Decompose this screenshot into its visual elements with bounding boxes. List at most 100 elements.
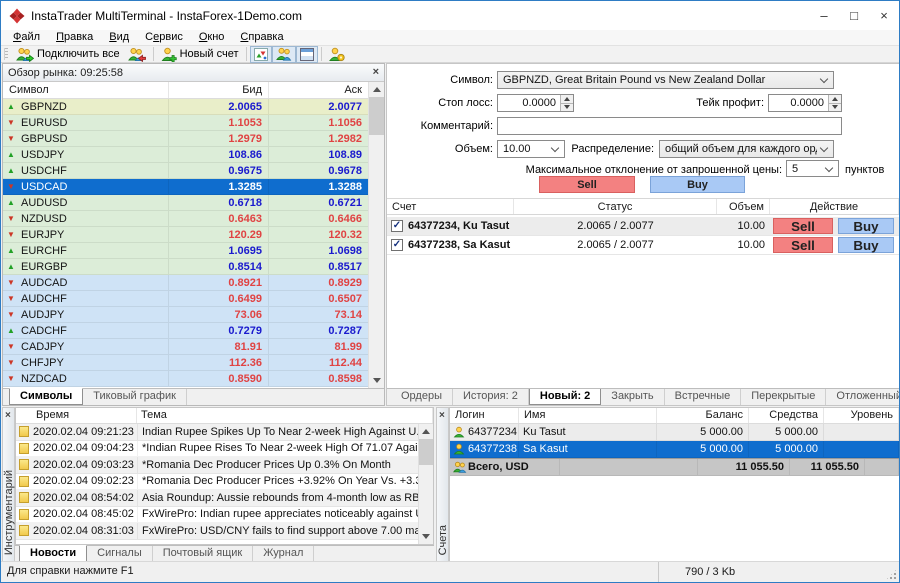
list-item[interactable]: 2020.02.04 09:21:23 Indian Rupee Spikes … bbox=[16, 424, 418, 441]
table-row[interactable]: 64377238, Sa Kasut 2.0065 / 2.0077 10.00… bbox=[387, 236, 899, 255]
table-row[interactable]: AUDJPY 73.06 73.14 bbox=[3, 307, 369, 323]
sell-button[interactable]: Sell bbox=[773, 218, 833, 234]
table-row[interactable]: 64377238 Sa Kasut 5 000.00 5 000.00 bbox=[450, 441, 899, 458]
buy-button[interactable]: Buy bbox=[838, 218, 894, 234]
close-icon[interactable]: × bbox=[5, 411, 11, 420]
close-icon[interactable]: × bbox=[373, 68, 379, 77]
tab[interactable]: Ордеры bbox=[391, 389, 453, 405]
tab[interactable]: Сигналы bbox=[87, 546, 153, 562]
menu-item[interactable]: Окно bbox=[191, 30, 233, 45]
distribution-select[interactable]: общий объем для каждого ордера bbox=[659, 140, 834, 158]
table-row[interactable]: CADJPY 81.91 81.99 bbox=[3, 339, 369, 355]
scroll-down-icon[interactable] bbox=[369, 373, 384, 388]
column-time[interactable]: Время bbox=[16, 408, 137, 423]
scroll-down-icon[interactable] bbox=[419, 529, 433, 544]
toolbox-toggle-button[interactable] bbox=[296, 46, 318, 63]
tab[interactable]: Закрыть bbox=[601, 389, 664, 405]
spinner-up-icon[interactable] bbox=[829, 95, 841, 103]
list-item[interactable]: 2020.02.04 08:54:02 Asia Roundup: Aussie… bbox=[16, 490, 418, 507]
spinner-down-icon[interactable] bbox=[829, 103, 841, 112]
sell-button[interactable]: Sell bbox=[539, 176, 635, 193]
table-row[interactable]: GBPNZD 2.0065 2.0077 bbox=[3, 99, 369, 115]
sell-button[interactable]: Sell bbox=[773, 237, 833, 253]
disconnect-all-button[interactable] bbox=[124, 46, 150, 63]
table-row[interactable]: EURGBP 0.8514 0.8517 bbox=[3, 259, 369, 275]
tab[interactable]: Новый: 2 bbox=[529, 388, 601, 405]
table-row[interactable]: NZDUSD 0.6463 0.6466 bbox=[3, 211, 369, 227]
column-level[interactable]: Уровень bbox=[824, 408, 899, 423]
table-row[interactable]: USDCAD 1.3285 1.3288 bbox=[3, 179, 369, 195]
toolbar-grip[interactable] bbox=[4, 48, 8, 60]
scrollbar-thumb[interactable] bbox=[419, 439, 433, 465]
list-item[interactable]: 2020.02.04 08:45:02 FxWirePro: Indian ru… bbox=[16, 507, 418, 524]
tab[interactable]: Почтовый ящик bbox=[153, 546, 253, 562]
list-item[interactable]: 2020.02.04 09:02:23 *Romania Dec Produce… bbox=[16, 474, 418, 491]
column-symbol[interactable]: Символ bbox=[3, 82, 169, 98]
table-row[interactable]: 64377234, Ku Tasut 2.0065 / 2.0077 10.00… bbox=[387, 217, 899, 236]
close-button[interactable]: × bbox=[869, 1, 899, 30]
tab[interactable]: Символы bbox=[9, 388, 83, 405]
buy-button[interactable]: Buy bbox=[838, 237, 894, 253]
column-bid[interactable]: Бид bbox=[169, 82, 269, 98]
menu-item[interactable]: Файл bbox=[5, 30, 48, 45]
list-item[interactable]: 2020.02.04 09:03:23 *Romania Dec Produce… bbox=[16, 457, 418, 474]
new-account-button[interactable]: Новый счет bbox=[157, 46, 243, 63]
table-row[interactable]: NZDCAD 0.8590 0.8598 bbox=[3, 371, 369, 387]
scrollbar-thumb[interactable] bbox=[369, 97, 384, 135]
tab[interactable]: Перекрытые bbox=[741, 389, 826, 405]
scrollbar-track[interactable] bbox=[419, 465, 433, 529]
stop-loss-stepper[interactable]: 0.0000 bbox=[497, 94, 574, 112]
market-watch-toggle-button[interactable] bbox=[250, 46, 272, 63]
column-ask[interactable]: Аск bbox=[269, 82, 369, 98]
table-row[interactable]: EURJPY 120.29 120.32 bbox=[3, 227, 369, 243]
column-topic[interactable]: Тема bbox=[137, 408, 433, 423]
tab[interactable]: Встречные bbox=[665, 389, 742, 405]
tab[interactable]: Новости bbox=[19, 545, 87, 562]
maximize-button[interactable]: □ bbox=[839, 1, 869, 30]
tab[interactable]: Журнал bbox=[253, 546, 314, 562]
menu-item[interactable]: Вид bbox=[101, 30, 137, 45]
table-row[interactable]: Всего, USD 11 055.50 11 055.50 bbox=[450, 458, 899, 476]
table-row[interactable]: CHFJPY 112.36 112.44 bbox=[3, 355, 369, 371]
table-row[interactable]: USDCHF 0.9675 0.9678 bbox=[3, 163, 369, 179]
column-action[interactable]: Действие bbox=[770, 199, 899, 214]
account-settings-button[interactable] bbox=[325, 46, 349, 63]
scroll-up-icon[interactable] bbox=[369, 82, 384, 97]
column-balance[interactable]: Баланс bbox=[657, 408, 749, 423]
column-name[interactable]: Имя bbox=[519, 408, 657, 423]
table-row[interactable]: AUDCAD 0.8921 0.8929 bbox=[3, 275, 369, 291]
menu-item[interactable]: Сервис bbox=[137, 30, 191, 45]
column-account[interactable]: Счет bbox=[387, 199, 514, 214]
close-icon[interactable]: × bbox=[439, 411, 445, 420]
table-row[interactable]: CADCHF 0.7279 0.7287 bbox=[3, 323, 369, 339]
list-item[interactable]: 2020.02.04 09:04:23 *Indian Rupee Rises … bbox=[16, 441, 418, 458]
account-checkbox[interactable] bbox=[391, 239, 403, 251]
menu-item[interactable]: Правка bbox=[48, 30, 101, 45]
scroll-up-icon[interactable] bbox=[419, 424, 433, 439]
minimize-button[interactable]: – bbox=[809, 1, 839, 30]
accounts-toggle-button[interactable] bbox=[272, 46, 296, 63]
deviation-select[interactable]: 5 bbox=[786, 160, 839, 177]
spinner-down-icon[interactable] bbox=[561, 103, 573, 112]
connect-all-button[interactable]: Подключить все bbox=[12, 46, 124, 63]
scrollbar-track[interactable] bbox=[369, 135, 384, 373]
tab[interactable]: История: 2 bbox=[453, 389, 529, 405]
column-login[interactable]: Логин bbox=[450, 408, 519, 423]
symbol-select[interactable]: GBPNZD, Great Britain Pound vs New Zeala… bbox=[497, 71, 834, 89]
table-row[interactable]: USDJPY 108.86 108.89 bbox=[3, 147, 369, 163]
table-row[interactable]: EURCHF 1.0695 1.0698 bbox=[3, 243, 369, 259]
table-row[interactable]: EURUSD 1.1053 1.1056 bbox=[3, 115, 369, 131]
table-row[interactable]: 64377234 Ku Tasut 5 000.00 5 000.00 bbox=[450, 424, 899, 441]
menu-item[interactable]: Справка bbox=[232, 30, 291, 45]
buy-button[interactable]: Buy bbox=[650, 176, 745, 193]
column-equity[interactable]: Средства bbox=[749, 408, 824, 423]
take-profit-stepper[interactable]: 0.0000 bbox=[768, 94, 842, 112]
account-checkbox[interactable] bbox=[391, 220, 403, 232]
column-volume[interactable]: Объем bbox=[717, 199, 770, 214]
table-row[interactable]: GBPUSD 1.2979 1.2982 bbox=[3, 131, 369, 147]
column-status[interactable]: Статус bbox=[514, 199, 717, 214]
table-row[interactable]: AUDCHF 0.6499 0.6507 bbox=[3, 291, 369, 307]
spinner-up-icon[interactable] bbox=[561, 95, 573, 103]
table-row[interactable]: AUDUSD 0.6718 0.6721 bbox=[3, 195, 369, 211]
list-item[interactable]: 2020.02.04 08:31:03 FxWirePro: USD/CNY f… bbox=[16, 523, 418, 540]
